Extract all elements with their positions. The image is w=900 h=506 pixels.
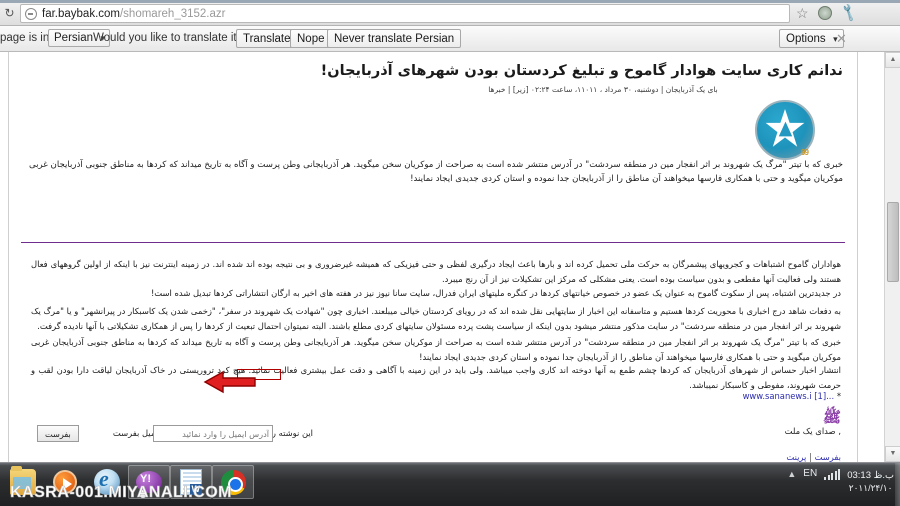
site-logo: 99 [755, 100, 821, 166]
article-paragraph: هواداران گاموح اشتباهات و کجرویهای پیشمر… [31, 259, 841, 284]
options-button[interactable]: Options [779, 29, 844, 48]
source-link[interactable]: * ...www.sananews.i [1] [743, 391, 841, 401]
signature-mark-icon: ﷺ [822, 408, 841, 426]
article-header: ندانم کاری سایت هوادار گاموح و تبلیغ کرد… [320, 62, 843, 94]
star-icon[interactable]: ☆ [796, 6, 809, 20]
clock-date: ۲۰۱۱/۲۴/۱۰ [848, 483, 893, 493]
taskbar: KASRA-001.MIYANALI.COM ▲ EN 03:13 ب.ظ ۲۰… [0, 462, 900, 506]
infobar-question: Would you like to translate it? [93, 32, 244, 44]
never-translate-button[interactable]: Never translate Persian [327, 29, 462, 48]
window-top-edge [0, 0, 900, 3]
article-page: ندانم کاری سایت هوادار گاموح و تبلیغ کرد… [8, 52, 858, 462]
url-text: far.baybak.com/shomareh_3152.azr [42, 8, 225, 20]
clock[interactable]: 03:13 ب.ظ ۲۰۱۱/۲۴/۱۰ [847, 468, 894, 494]
source-star: * [836, 391, 841, 401]
send-link[interactable]: بفرست [815, 452, 841, 462]
article-meta: بای یک آذربایجان | دوشنبه، ۳۰ مرداد ، ۱۱… [488, 85, 718, 94]
url-path: /shomareh_3152.azr [119, 7, 226, 20]
vertical-scrollbar[interactable]: ▲ ▼ [884, 52, 900, 462]
red-arrow-icon [203, 370, 256, 394]
divider-purple [21, 242, 845, 243]
close-icon[interactable]: ✕ [836, 31, 847, 46]
infobar-prefix: page is in [0, 32, 50, 44]
signature-text: , صدای یک ملت [784, 426, 841, 436]
url-host: far.baybak.com [42, 7, 120, 20]
send-print-links: بفرست | پرینت [786, 452, 841, 462]
page-info-icon[interactable] [25, 7, 37, 20]
browser-toolbar: ↻ far.baybak.com/shomareh_3152.azr ☆ 🔧 [0, 0, 900, 26]
scroll-thumb[interactable] [887, 202, 899, 282]
wrench-icon[interactable]: 🔧 [839, 2, 860, 22]
article-paragraph: انتشار اخبار حساس از شهرهای آذربایجان که… [31, 365, 841, 390]
email-input[interactable] [153, 425, 273, 442]
email-pdf-form: این نوشته را به صورت پی.دی.اف به آدرس ای… [23, 425, 403, 445]
signature: ﷺ , صدای یک ملت [784, 408, 841, 437]
screen: ↻ far.baybak.com/shomareh_3152.azr ☆ 🔧 p… [0, 0, 900, 506]
nope-button[interactable]: Nope [290, 29, 332, 48]
scroll-down-icon[interactable]: ▼ [885, 446, 900, 462]
article-paragraph: به دفعات شاهد درج اخباری با محوریت کردها… [31, 306, 841, 331]
reload-icon[interactable]: ↻ [3, 7, 16, 20]
system-tray: ▲ EN 03:13 ب.ظ ۲۰۱۱/۲۴/۱۰ [787, 463, 894, 506]
translate-infobar: page is in Persian Would you like to tra… [0, 26, 900, 52]
source-url[interactable]: ...www.sananews.i [1] [743, 391, 835, 401]
translate-button[interactable]: Translate [236, 29, 298, 48]
article-paragraph: خبری که با تیتر "مرگ یک شهروند بر اثر ان… [31, 337, 841, 362]
address-bar[interactable]: far.baybak.com/shomareh_3152.azr [20, 4, 790, 23]
article-intro: خبری که با تیتر "مرگ یک شهروند بر اثر ان… [29, 160, 843, 184]
page-viewport: ندانم کاری سایت هوادار گاموح و تبلیغ کرد… [0, 52, 900, 462]
tray-language[interactable]: EN [803, 468, 817, 480]
logo-badge: 99 [801, 148, 809, 157]
print-link[interactable]: پرینت [786, 452, 806, 462]
page-title: ندانم کاری سایت هوادار گاموح و تبلیغ کرد… [320, 63, 843, 79]
send-email-button[interactable]: بفرست [37, 425, 79, 442]
signal-bars-icon[interactable] [824, 468, 841, 480]
scroll-up-icon[interactable]: ▲ [885, 52, 900, 68]
clock-time: 03:13 ب.ظ [847, 470, 894, 481]
watermark-text: KASRA-001.MIYANALI.COM [10, 484, 232, 502]
chevron-up-icon[interactable]: ▲ [787, 468, 796, 480]
show-desktop-button[interactable] [895, 463, 900, 506]
article-paragraph: در جدیدترین اشتباه، پس از سکوت گاموح به … [150, 288, 841, 298]
profile-icon[interactable] [818, 6, 832, 20]
link-separator: | [809, 452, 812, 462]
